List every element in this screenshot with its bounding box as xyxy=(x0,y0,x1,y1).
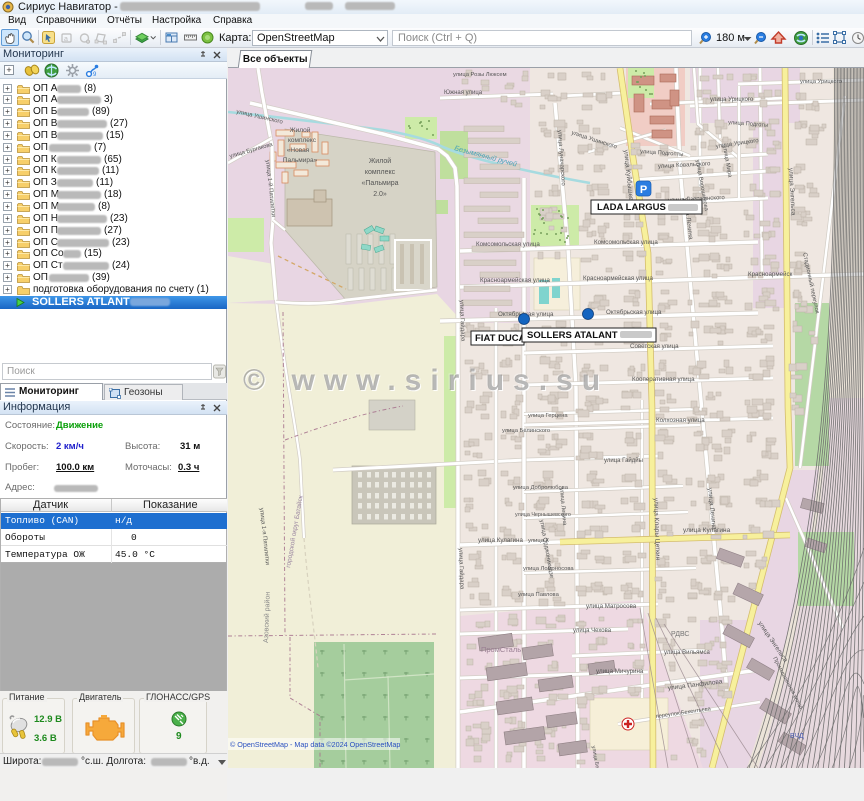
svg-text:Колхозная улица: Колхозная улица xyxy=(656,417,705,424)
svg-text:Пальмира»: Пальмира» xyxy=(283,157,318,164)
svg-text:улица Матросова: улица Матросова xyxy=(586,603,637,610)
svg-text:Красноармейская улица: Красноармейская улица xyxy=(583,275,653,282)
svg-text:ПромСталь: ПромСталь xyxy=(481,645,521,654)
svg-text:«Новая: «Новая xyxy=(287,147,310,154)
svg-text:Кооперативная улица: Кооперативная улица xyxy=(632,376,695,383)
svg-text:улица Урицкого: улица Урицкого xyxy=(800,79,842,85)
svg-text:Комсомольская улица: Комсомольская улица xyxy=(476,241,540,248)
svg-text:РДВС: РДВС xyxy=(671,631,689,638)
svg-text:Красноармейск: Красноармейск xyxy=(748,271,793,278)
svg-text:Жилой: Жилой xyxy=(369,157,391,165)
svg-text:улица Герцена: улица Герцена xyxy=(528,413,568,419)
svg-text:улица Гайдйы: улица Гайдйы xyxy=(604,457,643,464)
svg-text:улица Мичурина: улица Мичурина xyxy=(596,668,644,675)
svg-text:улица Кулагина: улица Кулагина xyxy=(478,537,523,544)
svg-text:Южная улица: Южная улица xyxy=(444,90,483,96)
svg-text:улица Гайдара: улица Гайдара xyxy=(457,548,465,590)
svg-text:SOLLERS ATALANT: SOLLERS ATALANT xyxy=(527,330,618,341)
svg-text:Жилой: Жилой xyxy=(290,126,311,134)
svg-text:LADA LARGUS: LADA LARGUS xyxy=(597,202,666,213)
svg-text:улица Павлова: улица Павлова xyxy=(518,592,560,598)
svg-text:улица Урицкого: улица Урицкого xyxy=(710,97,754,103)
svg-text:Советская улица: Советская улица xyxy=(630,343,679,350)
svg-text:улица Белинского: улица Белинского xyxy=(502,428,550,434)
svg-text:© OpenStreetMap - Map data ©20: © OpenStreetMap - Map data ©2024 OpenStr… xyxy=(230,740,400,749)
svg-text:улица Гайдара: улица Гайдара xyxy=(458,300,466,342)
svg-text:комплекс: комплекс xyxy=(365,169,396,176)
svg-text:Октябрьская улица: Октябрьская улица xyxy=(606,309,662,316)
svg-text:9: 9 xyxy=(93,72,97,78)
svg-text:Красноармейская улица: Красноармейская улица xyxy=(480,277,550,284)
svg-text:P: P xyxy=(640,184,647,196)
svg-text:улица Чехова: улица Чехова xyxy=(573,628,612,634)
svg-text:комплекс: комплекс xyxy=(288,137,317,144)
svg-text:2.0»: 2.0» xyxy=(373,191,387,198)
svg-text:улица Розы Люксем: улица Розы Люксем xyxy=(453,72,507,78)
svg-text:ВЧД: ВЧД xyxy=(790,733,804,740)
svg-text:a: a xyxy=(64,36,68,43)
svg-text:улица Вильямса: улица Вильямса xyxy=(664,650,711,656)
svg-text:«Пальмира: «Пальмира xyxy=(361,180,398,187)
svg-text:улица Кулагина: улица Кулагина xyxy=(683,527,731,534)
svg-text:Комсомольская улица: Комсомольская улица xyxy=(594,239,658,246)
